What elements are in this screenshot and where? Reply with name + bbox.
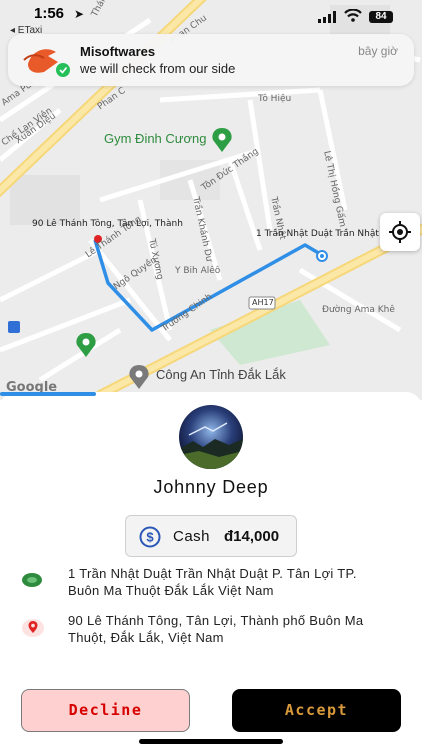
status-time: 1:56 bbox=[34, 5, 65, 22]
crosshair-icon bbox=[389, 221, 411, 243]
poi-police-label[interactable]: Công An Tỉnh Đắk Lắk bbox=[156, 367, 286, 382]
signal-icon bbox=[318, 10, 336, 28]
dollar-circle-icon: $ bbox=[139, 526, 161, 548]
push-notification[interactable]: Misoftwares we will check from our side … bbox=[8, 34, 414, 86]
status-bar: 1:56 ➤ 84 ◂ ETaxi bbox=[0, 0, 422, 36]
wifi-icon bbox=[344, 8, 362, 27]
svg-text:$: $ bbox=[146, 530, 154, 545]
driver-name: Johnny Deep bbox=[153, 477, 269, 497]
request-timer-bar bbox=[0, 392, 96, 396]
fare-amount: đ14,000 bbox=[224, 528, 280, 545]
battery-indicator: 84 bbox=[369, 11, 393, 23]
home-indicator[interactable] bbox=[139, 739, 283, 744]
street-label: Đường Ama Khê bbox=[322, 305, 395, 315]
notification-time: bây giờ bbox=[358, 44, 398, 58]
pickup-map-label: 1 Trần Nhật Duật Trần Nhật bbox=[256, 229, 379, 239]
dropoff-map-label: 90 Lê Thánh Tông, Tân Lợi, Thành bbox=[32, 219, 183, 229]
fare-badge: $ Cash đ14,000 bbox=[125, 515, 297, 557]
notification-message: we will check from our side bbox=[80, 61, 236, 76]
pickup-icon bbox=[22, 573, 42, 587]
dropoff-address: 90 Lê Thánh Tông, Tân Lợi, Thành phố Buô… bbox=[68, 613, 364, 645]
pickup-address: 1 Trần Nhật Duật Trần Nhật Duật P. Tân L… bbox=[68, 566, 357, 598]
my-location-button[interactable] bbox=[380, 213, 420, 251]
decline-button[interactable]: Decline bbox=[21, 689, 190, 732]
highway-shield-label: AH17 bbox=[252, 298, 274, 307]
notification-title: Misoftwares bbox=[80, 44, 156, 59]
location-arrow-icon: ➤ bbox=[74, 7, 85, 21]
payment-method: Cash bbox=[173, 528, 211, 545]
street-label: Tô Hiệu bbox=[258, 94, 292, 104]
poi-gym-label[interactable]: Gym Đinh Cương bbox=[104, 131, 206, 146]
app-logo-icon bbox=[22, 42, 70, 80]
street-label: Y Bih Alêô bbox=[175, 266, 221, 276]
map-pin-icon bbox=[22, 619, 44, 637]
driver-avatar bbox=[179, 405, 243, 469]
accept-button[interactable]: Accept bbox=[232, 689, 401, 732]
